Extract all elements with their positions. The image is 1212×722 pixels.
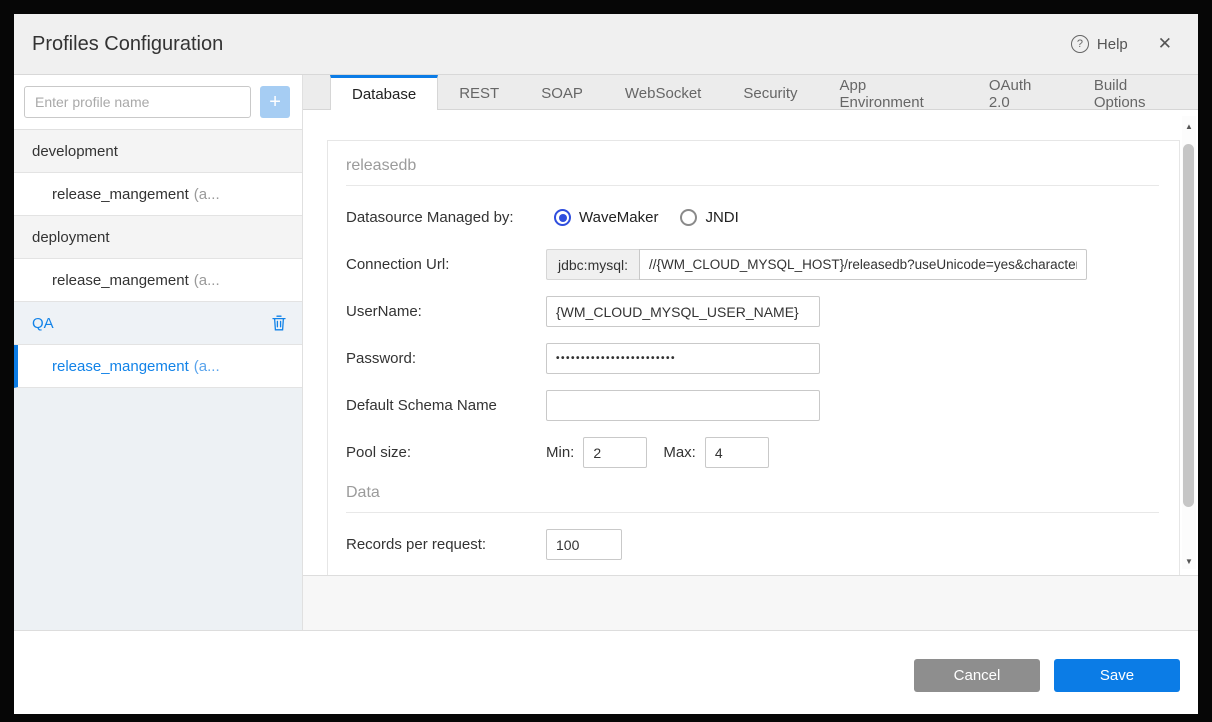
save-button[interactable]: Save xyxy=(1054,659,1180,692)
records-label: Records per request: xyxy=(346,536,487,553)
trash-icon xyxy=(272,315,286,331)
profiles-sidebar: + development release_mangement (a... de… xyxy=(14,75,303,630)
dialog-footer: Cancel Save xyxy=(14,630,1198,714)
pool-min-label: Min: xyxy=(546,444,575,461)
password-input[interactable] xyxy=(546,343,820,374)
records-input[interactable] xyxy=(546,529,622,560)
help-label: Help xyxy=(1096,35,1128,53)
profile-item-label: release_mangement xyxy=(52,185,189,203)
radio-selected-icon xyxy=(554,209,571,226)
profile-item-suffix: (a... xyxy=(193,357,220,375)
radio-wavemaker-label: WaveMaker xyxy=(579,209,659,226)
pool-size-row: Pool size: Min: Max: xyxy=(346,437,1159,468)
profile-item-release-mangement[interactable]: release_mangement (a... xyxy=(14,259,302,302)
profile-group-label: deployment xyxy=(32,228,110,246)
profile-name-input[interactable] xyxy=(24,86,252,118)
username-label: UserName: xyxy=(346,303,422,320)
profile-group-qa[interactable]: QA xyxy=(14,302,302,345)
vertical-scrollbar[interactable]: ▲ ▼ xyxy=(1182,116,1196,569)
radio-jndi[interactable]: JNDI xyxy=(680,209,739,226)
new-profile-bar: + xyxy=(14,75,302,130)
tab-security[interactable]: Security xyxy=(722,75,818,109)
add-profile-button[interactable]: + xyxy=(260,86,290,118)
tab-websocket[interactable]: WebSocket xyxy=(604,75,722,109)
pool-max-label: Max: xyxy=(663,444,696,461)
profile-item-suffix: (a... xyxy=(193,185,220,203)
header-actions: ? Help ✕ xyxy=(1070,34,1172,54)
pool-size-label: Pool size: xyxy=(346,444,412,461)
tab-rest[interactable]: REST xyxy=(438,75,520,109)
profile-item-release-mangement[interactable]: release_mangement (a... xyxy=(14,173,302,216)
dialog-body: + development release_mangement (a... de… xyxy=(14,75,1198,630)
main-panel: Database REST SOAP WebSocket Security Ap… xyxy=(303,75,1198,630)
profile-item-label: release_mangement xyxy=(52,357,189,375)
username-input[interactable] xyxy=(546,296,820,327)
radio-unselected-icon xyxy=(680,209,698,226)
password-label: Password: xyxy=(346,350,417,367)
connection-url-row: Connection Url: jdbc:mysql: xyxy=(346,249,1159,280)
database-form-panel: releasedb Datasource Managed by: WaveMak… xyxy=(327,140,1180,575)
profile-group-label: development xyxy=(32,142,118,160)
close-icon[interactable]: ✕ xyxy=(1158,34,1172,54)
tab-soap[interactable]: SOAP xyxy=(520,75,604,109)
datasource-radio-group: WaveMaker JNDI xyxy=(554,209,739,226)
schema-label: Default Schema Name xyxy=(346,397,497,414)
tab-content-viewport: releasedb Datasource Managed by: WaveMak… xyxy=(303,110,1198,575)
pool-max-input[interactable] xyxy=(704,437,769,468)
content-footer-spacer xyxy=(303,575,1198,630)
connection-url-prefix: jdbc:mysql: xyxy=(546,249,640,280)
tab-database[interactable]: Database xyxy=(330,75,439,110)
schema-row: Default Schema Name xyxy=(346,390,1159,421)
tab-app-environment[interactable]: App Environment xyxy=(819,75,968,111)
profile-item-label: release_mangement xyxy=(52,271,189,289)
dialog-header: Profiles Configuration ? Help ✕ xyxy=(14,14,1198,75)
scroll-down-icon[interactable]: ▼ xyxy=(1182,557,1196,567)
profile-group-label: QA xyxy=(32,314,54,332)
tab-oauth[interactable]: OAuth 2.0 xyxy=(968,75,1073,111)
profile-group-development[interactable]: development xyxy=(14,130,302,173)
profile-item-release-mangement-selected[interactable]: release_mangement (a... xyxy=(14,345,302,388)
scrollbar-thumb[interactable] xyxy=(1183,144,1194,507)
records-row: Records per request: xyxy=(346,529,1159,560)
db-section-title: releasedb xyxy=(346,157,1159,186)
radio-jndi-label: JNDI xyxy=(705,209,739,226)
pool-min-input[interactable] xyxy=(583,437,648,468)
password-row: Password: xyxy=(346,343,1159,374)
datasource-label: Datasource Managed by: xyxy=(346,209,514,226)
scroll-up-icon[interactable]: ▲ xyxy=(1182,122,1196,132)
tab-bar: Database REST SOAP WebSocket Security Ap… xyxy=(303,75,1198,111)
connection-url-group: jdbc:mysql: xyxy=(546,249,1088,280)
username-row: UserName: xyxy=(346,296,1159,327)
datasource-row: Datasource Managed by: WaveMaker JNDI xyxy=(346,202,1159,233)
help-button[interactable]: ? Help xyxy=(1070,35,1128,53)
radio-wavemaker[interactable]: WaveMaker xyxy=(554,209,658,226)
profile-list: development release_mangement (a... depl… xyxy=(14,130,302,388)
tab-build-options[interactable]: Build Options xyxy=(1073,75,1198,111)
connection-url-label: Connection Url: xyxy=(346,256,450,273)
connection-url-input[interactable] xyxy=(639,249,1088,280)
profile-item-suffix: (a... xyxy=(193,271,220,289)
profile-group-deployment[interactable]: deployment xyxy=(14,216,302,259)
help-icon: ? xyxy=(1070,35,1089,53)
profiles-configuration-dialog: Profiles Configuration ? Help ✕ + develo… xyxy=(14,14,1198,714)
schema-input[interactable] xyxy=(546,390,820,421)
delete-profile-button[interactable] xyxy=(272,315,286,331)
page-title: Profiles Configuration xyxy=(32,32,224,55)
data-section-title: Data xyxy=(346,484,1159,513)
cancel-button[interactable]: Cancel xyxy=(914,659,1040,692)
